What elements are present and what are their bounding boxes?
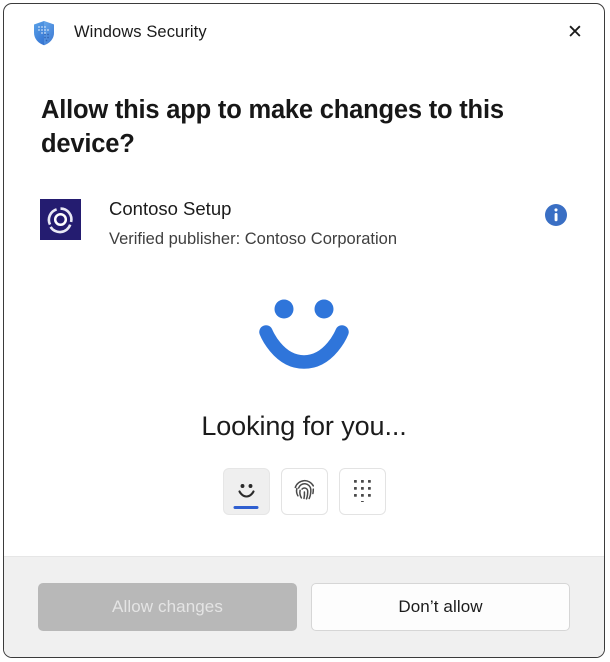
info-icon[interactable] (544, 203, 568, 227)
hello-area: Looking for you... (40, 290, 568, 515)
fingerprint-icon (291, 476, 318, 508)
auth-methods (223, 468, 386, 515)
app-text: Contoso Setup Verified publisher: Contos… (109, 195, 397, 252)
app-info-row: Contoso Setup Verified publisher: Contos… (40, 195, 568, 252)
uac-dialog: Windows Security ✕ Allow this app to mak… (3, 3, 605, 658)
auth-method-face-button[interactable] (223, 468, 270, 515)
auth-method-selected-indicator (234, 506, 259, 509)
close-icon: ✕ (567, 23, 583, 42)
hello-status-text: Looking for you... (201, 411, 406, 442)
close-button[interactable]: ✕ (552, 10, 598, 56)
allow-changes-button[interactable]: Allow changes (38, 583, 297, 631)
auth-method-fingerprint-button[interactable] (281, 468, 328, 515)
contoso-app-icon (40, 199, 81, 240)
dont-allow-button[interactable]: Don’t allow (311, 583, 570, 631)
app-name: Contoso Setup (109, 195, 397, 223)
dialog-footer: Allow changes Don’t allow (4, 556, 604, 657)
windows-hello-face-icon (256, 290, 352, 370)
titlebar: Windows Security ✕ (4, 4, 604, 61)
face-icon (234, 477, 259, 507)
window-title: Windows Security (74, 23, 207, 42)
page-title: Allow this app to make changes to this d… (41, 94, 531, 162)
dialog-body: Allow this app to make changes to this d… (4, 61, 604, 556)
auth-method-pin-button[interactable] (339, 468, 386, 515)
windows-security-shield-icon (32, 20, 56, 46)
pin-keypad-icon (351, 477, 374, 507)
app-publisher: Verified publisher: Contoso Corporation (109, 227, 397, 253)
